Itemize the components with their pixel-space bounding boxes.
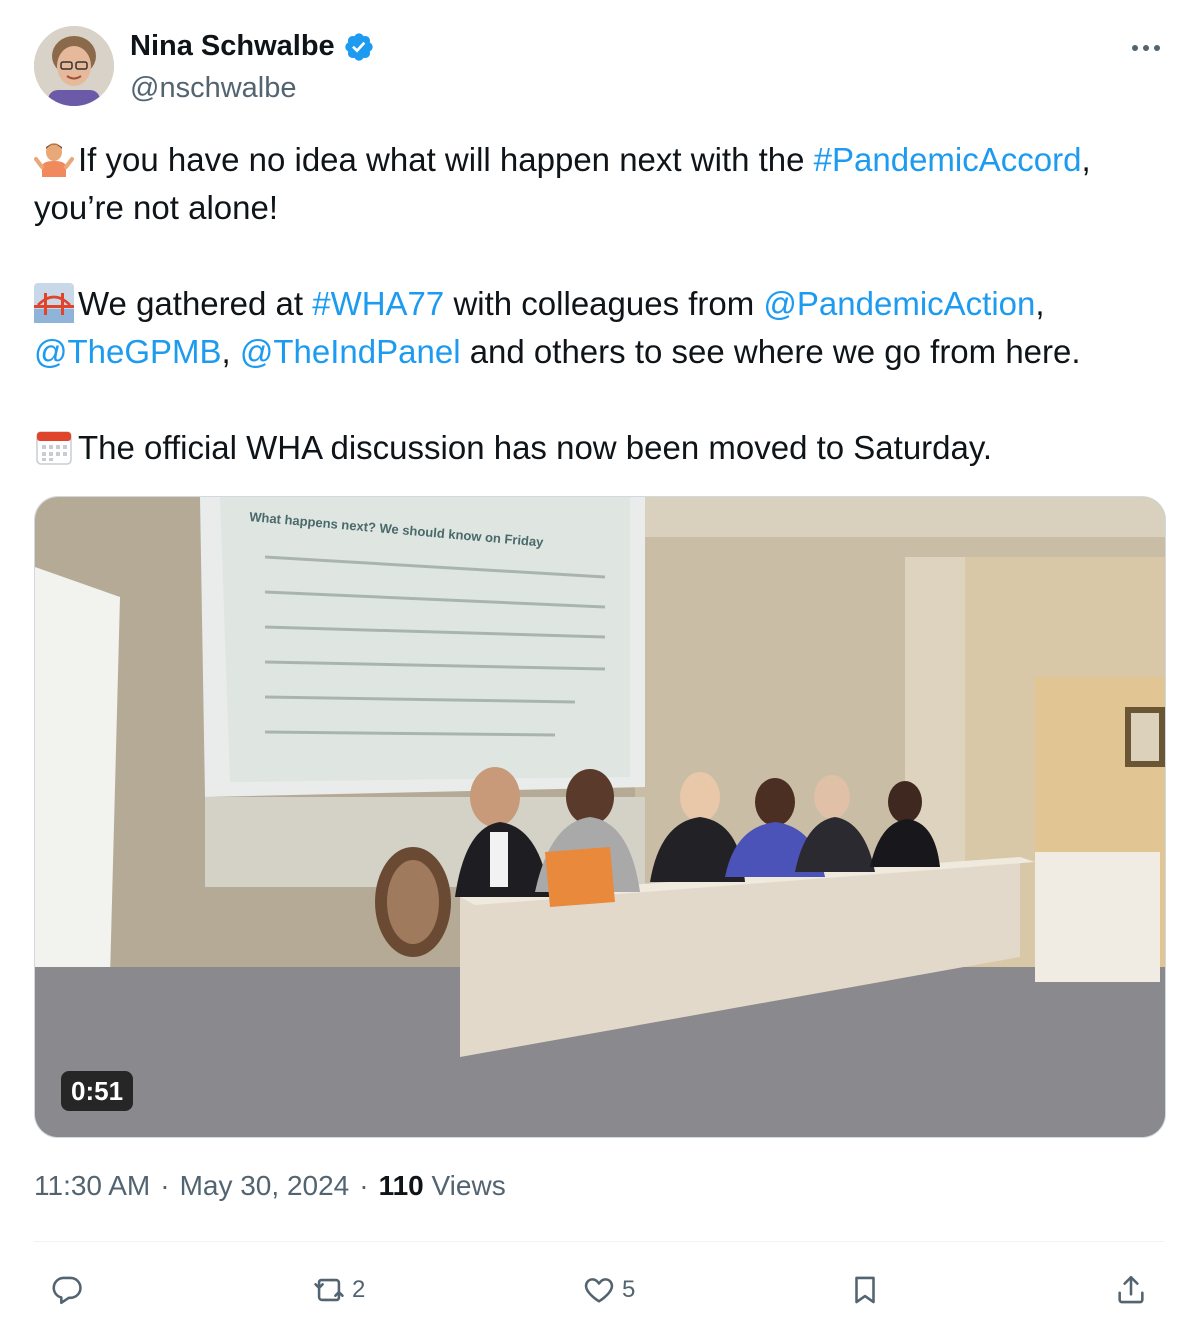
like-button[interactable]: 5 — [582, 1262, 635, 1318]
video-player[interactable]: What happens next? We should know on Fri… — [34, 496, 1166, 1138]
tweet-line-2b: @TheGPMB, @TheIndPanel and others to see… — [34, 328, 1174, 376]
author-handle[interactable]: @nschwalbe — [130, 72, 296, 105]
tweet-date[interactable]: May 30, 2024 — [180, 1170, 350, 1202]
text-segment: The official WHA discussion has now been… — [78, 429, 993, 466]
share-icon — [1118, 1275, 1144, 1304]
reply-button[interactable] — [50, 1262, 90, 1318]
text-segment: with colleagues from — [444, 285, 764, 322]
hashtag-pandemicaccord[interactable]: #PandemicAccord — [814, 141, 1082, 178]
calendar-icon — [36, 431, 72, 465]
author-name-row: Nina Schwalbe — [130, 30, 375, 63]
tweet-line-1b: you’re not alone! — [34, 189, 279, 226]
bookmark-icon — [855, 1276, 875, 1304]
text-segment: , — [221, 333, 240, 370]
text-segment: , — [1081, 141, 1091, 178]
avatar-image — [34, 26, 114, 106]
meta-separator: · — [359, 1170, 369, 1201]
dot — [1154, 45, 1160, 51]
tweet-line-1: If you have no idea what will happen nex… — [34, 136, 1174, 184]
retweet-icon — [314, 1278, 344, 1302]
video-duration-badge: 0:51 — [61, 1071, 134, 1111]
hashtag-wha77[interactable]: #WHA77 — [312, 285, 444, 322]
views-count: 110 — [378, 1170, 424, 1201]
like-count: 5 — [622, 1276, 636, 1303]
mention-theindpanel[interactable]: @TheIndPanel — [240, 333, 461, 370]
retweet-button[interactable]: 2 — [312, 1262, 365, 1318]
share-button[interactable] — [1114, 1262, 1148, 1318]
divider — [34, 1241, 1164, 1242]
views-label: Views — [431, 1170, 506, 1201]
video-thumbnail — [35, 497, 1165, 1137]
dot — [1132, 45, 1138, 51]
action-bar: 2 5 — [34, 1262, 1164, 1318]
author-name[interactable]: Nina Schwalbe — [130, 30, 335, 63]
retweet-count: 2 — [352, 1276, 366, 1303]
avatar[interactable] — [34, 26, 114, 106]
text-segment: , — [1035, 285, 1045, 322]
tweet-card: Nina Schwalbe @nschwalbe If you have no … — [0, 0, 1200, 1334]
tweet-time[interactable]: 11:30 AM — [34, 1170, 150, 1202]
tweet-text: If you have no idea what will happen nex… — [34, 136, 1174, 472]
more-options-icon[interactable] — [1128, 38, 1164, 58]
verified-badge-icon[interactable] — [343, 31, 375, 63]
reply-icon — [52, 1276, 82, 1305]
bridge-at-night-icon — [34, 283, 74, 323]
mention-pandemicaction[interactable]: @PandemicAction — [763, 285, 1035, 322]
text-segment: We gathered at — [78, 285, 313, 322]
tweet-line-2: We gathered at #WHA77 with colleagues fr… — [34, 280, 1174, 328]
tweet-line-3: The official WHA discussion has now been… — [34, 424, 1174, 472]
views: 110 Views — [379, 1170, 506, 1202]
meta-separator: · — [160, 1170, 170, 1201]
tweet-meta: 11:30 AM · May 30, 2024 · 110 Views — [34, 1170, 506, 1202]
person-shrugging-icon — [34, 143, 74, 177]
bookmark-button[interactable] — [848, 1262, 882, 1318]
text-segment: If you have no idea what will happen nex… — [78, 141, 814, 178]
heart-icon — [584, 1278, 614, 1303]
text-segment: and others to see where we go from here. — [460, 333, 1081, 370]
mention-thegpmb[interactable]: @TheGPMB — [34, 333, 222, 370]
dot — [1143, 45, 1149, 51]
